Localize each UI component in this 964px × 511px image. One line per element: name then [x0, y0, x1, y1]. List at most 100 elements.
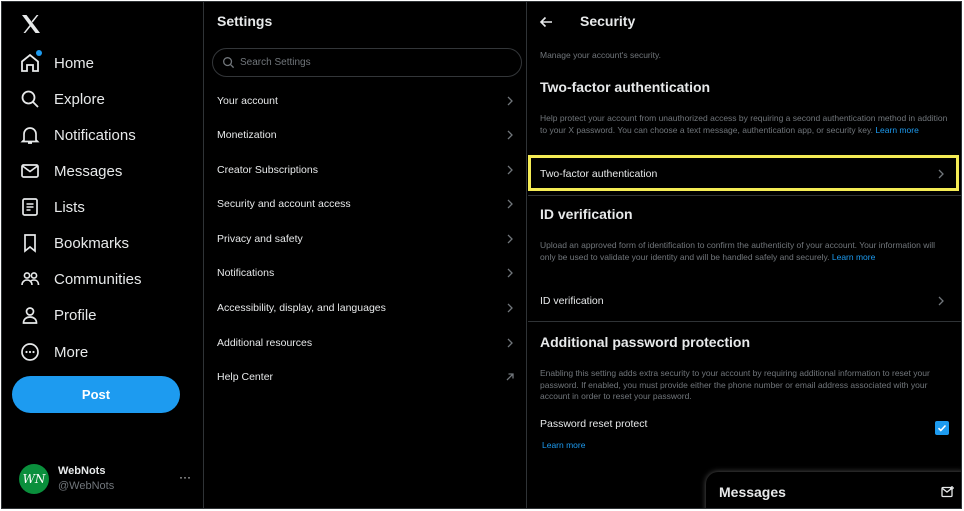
divider: [528, 321, 961, 322]
password-reset-protect-row[interactable]: Password reset protect: [528, 414, 961, 434]
two-factor-auth-row[interactable]: Two-factor authentication: [528, 158, 961, 190]
chevron-right-icon: [507, 268, 513, 278]
chevron-right-icon: [507, 165, 513, 175]
more-circle-icon: [19, 341, 41, 363]
chevron-right-icon: [507, 130, 513, 140]
chevron-right-icon: [938, 296, 944, 306]
learn-more-link[interactable]: Learn more: [542, 440, 585, 450]
chevron-right-icon: [507, 234, 513, 244]
chevron-right-icon: [507, 96, 513, 106]
profile-icon: [19, 304, 41, 326]
nav-bookmarks[interactable]: Bookmarks: [19, 228, 129, 258]
settings-item-your-account[interactable]: Your account: [204, 84, 526, 118]
row-label: ID verification: [540, 295, 604, 307]
section-description-2fa: Help protect your account from unauthori…: [540, 113, 948, 136]
settings-item-additional-resources[interactable]: Additional resources: [204, 326, 526, 360]
nav-label: More: [54, 343, 89, 361]
settings-item-label: Privacy and safety: [217, 233, 303, 245]
post-button[interactable]: Post: [12, 376, 180, 413]
section-heading-2fa: Two-factor authentication: [540, 79, 711, 95]
home-icon: [19, 50, 42, 74]
communities-icon: [19, 268, 41, 290]
settings-item-label: Help Center: [217, 371, 274, 383]
password-reset-protect-checkbox[interactable]: [935, 421, 949, 435]
list-icon: [19, 196, 41, 218]
bell-icon: [19, 124, 41, 146]
settings-item-label: Additional resources: [217, 337, 313, 349]
nav-label: Lists: [54, 198, 85, 216]
nav-explore[interactable]: Explore: [19, 84, 105, 114]
section-description-id: Upload an approved form of identificatio…: [540, 240, 948, 263]
account-text: WebNots @WebNots: [58, 464, 114, 494]
section-heading-password: Additional password protection: [540, 334, 751, 350]
nav-label: Profile: [54, 306, 97, 324]
id-verification-row[interactable]: ID verification: [528, 285, 961, 317]
row-label: Password reset protect: [540, 418, 648, 430]
settings-item-label: Your account: [217, 95, 278, 107]
row-label: Two-factor authentication: [540, 168, 658, 180]
settings-item-notifications[interactable]: Notifications: [204, 256, 526, 290]
back-arrow-icon[interactable]: [538, 15, 554, 29]
checkmark-icon: [937, 424, 947, 432]
security-column: Security Manage your account's security.…: [528, 2, 961, 508]
notification-dot: [36, 50, 42, 56]
app-window: Home Explore Notifications Messages List…: [1, 1, 962, 509]
settings-item-label: Monetization: [217, 129, 277, 141]
nav-communities[interactable]: Communities: [19, 264, 142, 294]
learn-more-link[interactable]: Learn more: [875, 125, 918, 135]
section-description-password: Enabling this setting adds extra securit…: [540, 368, 930, 402]
search-box[interactable]: [212, 48, 522, 77]
page-title: Security: [580, 13, 636, 29]
mail-icon: [19, 160, 41, 182]
settings-item-accessibility[interactable]: Accessibility, display, and languages: [204, 291, 526, 325]
avatar: WN: [19, 464, 49, 494]
chevron-right-icon: [507, 338, 513, 348]
settings-column: Settings Your account Monetization Creat…: [203, 2, 527, 508]
nav-label: Bookmarks: [54, 234, 130, 252]
page-subtitle: Manage your account's security.: [540, 50, 661, 60]
nav-profile[interactable]: Profile: [19, 300, 97, 330]
messages-drawer-title: Messages: [719, 484, 786, 500]
nav-label: Explore: [54, 90, 105, 108]
nav-label: Messages: [54, 162, 123, 180]
x-logo-icon[interactable]: [19, 12, 43, 36]
search-icon: [223, 57, 235, 69]
primary-nav: Home Explore Notifications Messages List…: [2, 2, 203, 508]
learn-more-link[interactable]: Learn more: [832, 252, 875, 262]
section-heading-id: ID verification: [540, 206, 633, 222]
settings-item-help-center[interactable]: Help Center: [204, 360, 526, 394]
settings-item-label: Creator Subscriptions: [217, 164, 318, 176]
more-dots-icon: ···: [179, 470, 191, 484]
external-link-icon: [506, 373, 514, 381]
settings-item-label: Notifications: [217, 267, 275, 279]
chevron-right-icon: [507, 303, 513, 313]
chevron-right-icon: [507, 199, 513, 209]
messages-drawer[interactable]: Messages: [706, 472, 961, 508]
nav-home[interactable]: Home: [19, 48, 94, 78]
divider: [528, 195, 961, 196]
account-name: WebNots: [58, 465, 106, 477]
search-input[interactable]: [240, 57, 500, 68]
settings-item-label: Accessibility, display, and languages: [217, 302, 386, 314]
page-title: Settings: [217, 13, 273, 29]
settings-item-privacy[interactable]: Privacy and safety: [204, 222, 526, 256]
settings-item-label: Security and account access: [217, 198, 351, 210]
bookmark-icon: [19, 232, 41, 254]
learn-more-container: Learn more: [542, 440, 662, 452]
nav-label: Communities: [54, 270, 142, 288]
nav-lists[interactable]: Lists: [19, 192, 85, 222]
nav-messages[interactable]: Messages: [19, 156, 122, 186]
chevron-right-icon: [938, 169, 944, 179]
search-icon: [19, 88, 41, 110]
settings-item-creator-subscriptions[interactable]: Creator Subscriptions: [204, 153, 526, 187]
nav-label: Home: [54, 54, 95, 72]
description-text: Upload an approved form of identificatio…: [540, 240, 935, 262]
account-handle: @WebNots: [58, 480, 115, 492]
nav-notifications[interactable]: Notifications: [19, 120, 136, 150]
settings-item-security[interactable]: Security and account access: [204, 187, 526, 221]
new-message-icon[interactable]: [941, 485, 955, 499]
nav-more[interactable]: More: [19, 337, 88, 367]
nav-label: Notifications: [54, 126, 136, 144]
account-switcher[interactable]: WN WebNots @WebNots ···: [19, 463, 195, 495]
settings-item-monetization[interactable]: Monetization: [204, 118, 526, 152]
